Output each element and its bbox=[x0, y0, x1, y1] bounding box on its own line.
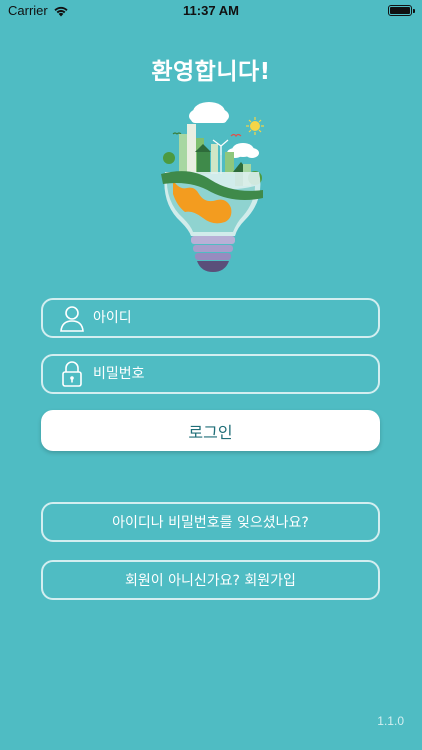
lock-icon bbox=[62, 361, 82, 387]
welcome-title: 환영합니다! bbox=[151, 59, 271, 85]
tree-icon bbox=[163, 152, 175, 164]
user-silhouette-icon bbox=[60, 306, 84, 332]
sun-icon bbox=[246, 117, 264, 135]
app-version: 1.1.0 bbox=[377, 714, 404, 728]
bulb-base-ring bbox=[193, 245, 233, 252]
status-bar: Carrier 11:37 AM bbox=[0, 0, 422, 22]
bird-icon bbox=[230, 133, 242, 138]
password-input[interactable] bbox=[93, 356, 378, 392]
battery-icon bbox=[388, 5, 415, 16]
login-button[interactable]: 로그인 bbox=[41, 410, 380, 451]
battery-fill bbox=[390, 7, 410, 14]
bird-icon bbox=[172, 132, 182, 135]
status-time: 11:37 AM bbox=[183, 3, 239, 18]
id-input[interactable] bbox=[93, 300, 378, 336]
bulb-base-tip bbox=[197, 261, 229, 272]
password-field[interactable] bbox=[41, 354, 380, 394]
signup-button[interactable]: 회원이 아니신가요? 회원가입 bbox=[41, 560, 380, 600]
eco-city-lightbulb-illustration bbox=[161, 102, 264, 272]
bulb-base-ring bbox=[195, 253, 231, 260]
cloud-left-icon bbox=[189, 102, 229, 123]
id-field[interactable] bbox=[41, 298, 380, 338]
bulb-base-ring bbox=[191, 236, 235, 244]
forgot-credentials-button[interactable]: 아이디나 비밀번호를 잊으셨나요? bbox=[41, 502, 380, 542]
battery-tip bbox=[413, 9, 415, 13]
